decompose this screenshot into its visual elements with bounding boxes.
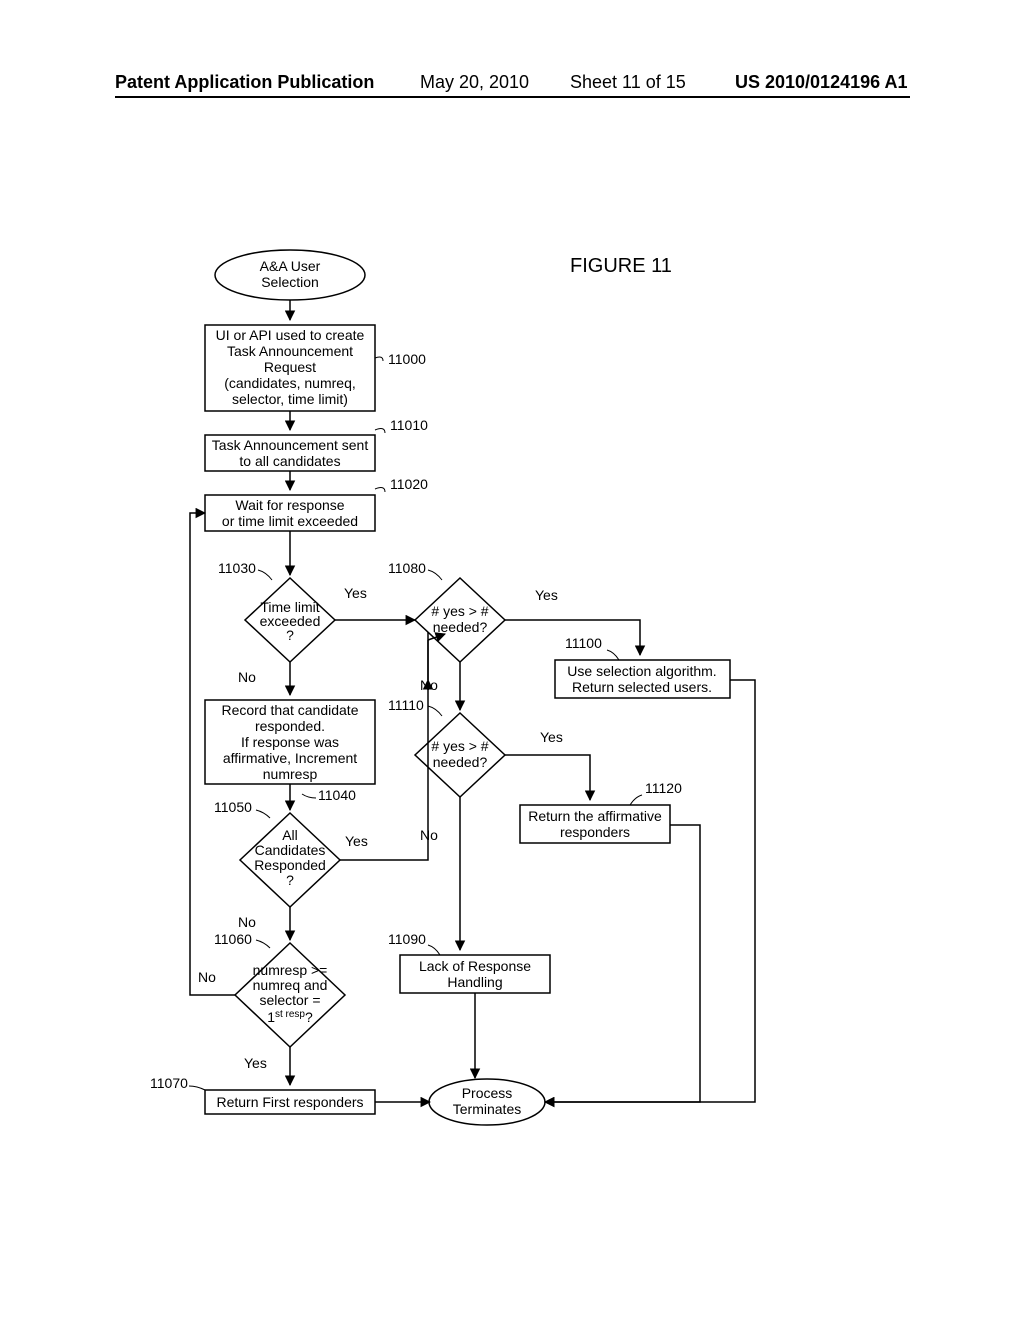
node-11120: Return the affirmative responders [520, 805, 670, 843]
n11050-l1: All [282, 827, 298, 843]
node-start-l1: A&A User [260, 258, 321, 274]
label-11060-yes: Yes [244, 1055, 267, 1071]
n11060-l1: numresp >= [253, 962, 328, 978]
n11000-l3: Request [264, 359, 316, 375]
label-11050-yes: Yes [345, 833, 368, 849]
leader-11070 [189, 1086, 205, 1090]
leader-11060 [256, 940, 270, 948]
n11010-l2: to all candidates [239, 453, 340, 469]
n11090-l2: Handling [447, 974, 502, 990]
n11120-l1: Return the affirmative [528, 808, 662, 824]
node-start: A&A User Selection [215, 250, 365, 300]
ref-11030: 11030 [218, 560, 256, 576]
terminate-l1: Process [462, 1085, 513, 1101]
n11040-l1: Record that candidate [222, 702, 359, 718]
label-11030-yes: Yes [344, 585, 367, 601]
n11040-l3: If response was [241, 734, 339, 750]
leader-11120 [630, 795, 642, 805]
arrow-11120-down [670, 825, 700, 1050]
ref-11050: 11050 [214, 799, 252, 815]
label-11080-yes: Yes [535, 587, 558, 603]
leader-11080 [428, 570, 442, 580]
n11040-l5: numresp [263, 766, 318, 782]
ref-11060: 11060 [214, 931, 252, 947]
label-11030-no: No [238, 669, 256, 685]
ref-11070: 11070 [150, 1075, 188, 1091]
n11010-l1: Task Announcement sent [212, 437, 369, 453]
node-11040: Record that candidate responded. If resp… [205, 700, 375, 784]
label-11110-yes: Yes [540, 729, 563, 745]
arrow-11110-yes [505, 755, 590, 800]
n11060-l3: selector = [259, 992, 320, 1008]
node-11010: Task Announcement sent to all candidates [205, 435, 375, 471]
node-terminate: Process Terminates [429, 1079, 545, 1125]
n11110-l1: # yes > # [431, 738, 488, 754]
label-11080-no: No [420, 677, 438, 693]
label-11050-no: No [238, 914, 256, 930]
node-start-l2: Selection [261, 274, 319, 290]
n11120-l2: responders [560, 824, 630, 840]
node-11030: Time limit exceeded ? [245, 578, 335, 662]
leader-11090 [428, 945, 440, 955]
node-11060: numresp >= numreq and selector = 1st res… [235, 943, 345, 1047]
node-11050: All Candidates Responded ? [240, 813, 340, 907]
leader-11010 [375, 429, 385, 433]
label-11060-no: No [198, 969, 216, 985]
terminate-l2: Terminates [453, 1101, 521, 1117]
n11060-l2: numreq and [253, 977, 328, 993]
n11060-l4: 1st resp? [267, 1009, 313, 1025]
node-11100: Use selection algorithm. Return selected… [555, 660, 730, 698]
n11000-l5: selector, time limit) [232, 391, 348, 407]
ref-11010: 11010 [390, 417, 428, 433]
n11000-l4: (candidates, numreq, [224, 375, 356, 391]
ref-11090: 11090 [388, 931, 426, 947]
label-11110-no: No [420, 827, 438, 843]
n11100-l1: Use selection algorithm. [567, 663, 716, 679]
leader-11100 [607, 650, 619, 660]
n11040-l4: affirmative, Increment [223, 750, 357, 766]
ref-11080: 11080 [388, 560, 426, 576]
ref-11100: 11100 [565, 635, 602, 651]
ref-11020: 11020 [390, 476, 428, 492]
n11050-l2: Candidates [255, 842, 326, 858]
n11000-l2: Task Announcement [227, 343, 353, 359]
node-11020: Wait for response or time limit exceeded [205, 495, 375, 531]
node-11070: Return First responders [205, 1090, 375, 1114]
leader-11020 [375, 488, 385, 492]
n11080-l2: needed? [433, 619, 488, 635]
n11070-l1: Return First responders [216, 1094, 363, 1110]
ref-11040: 11040 [318, 787, 356, 803]
ref-11120: 11120 [645, 780, 682, 796]
arrow-11100-term [545, 680, 755, 1102]
node-11090: Lack of Response Handling [400, 955, 550, 993]
ref-11110: 11110 [388, 697, 424, 713]
n11030-l3: ? [286, 627, 294, 643]
ref-11000: 11000 [388, 351, 426, 367]
n11050-l4: ? [286, 872, 294, 888]
patent-page: Patent Application Publication May 20, 2… [0, 0, 1024, 1320]
n11020-l2: or time limit exceeded [222, 513, 358, 529]
arrow-11120-term [545, 1050, 700, 1102]
leader-11000 [375, 357, 383, 361]
n11040-l2: responded. [255, 718, 325, 734]
leader-11030 [258, 570, 272, 580]
n11090-l1: Lack of Response [419, 958, 531, 974]
flowchart-svg: A&A User Selection UI or API used to cre… [0, 0, 1024, 1320]
n11100-l2: Return selected users. [572, 679, 712, 695]
leader-11040 [302, 794, 316, 798]
n11000-l1: UI or API used to create [216, 327, 365, 343]
n11080-l1: # yes > # [431, 603, 488, 619]
n11050-l3: Responded [254, 857, 326, 873]
node-11000: UI or API used to create Task Announceme… [205, 325, 375, 411]
n11020-l1: Wait for response [235, 497, 344, 513]
n11110-l2: needed? [433, 754, 488, 770]
leader-11050 [256, 810, 270, 818]
leader-11110 [428, 706, 442, 716]
